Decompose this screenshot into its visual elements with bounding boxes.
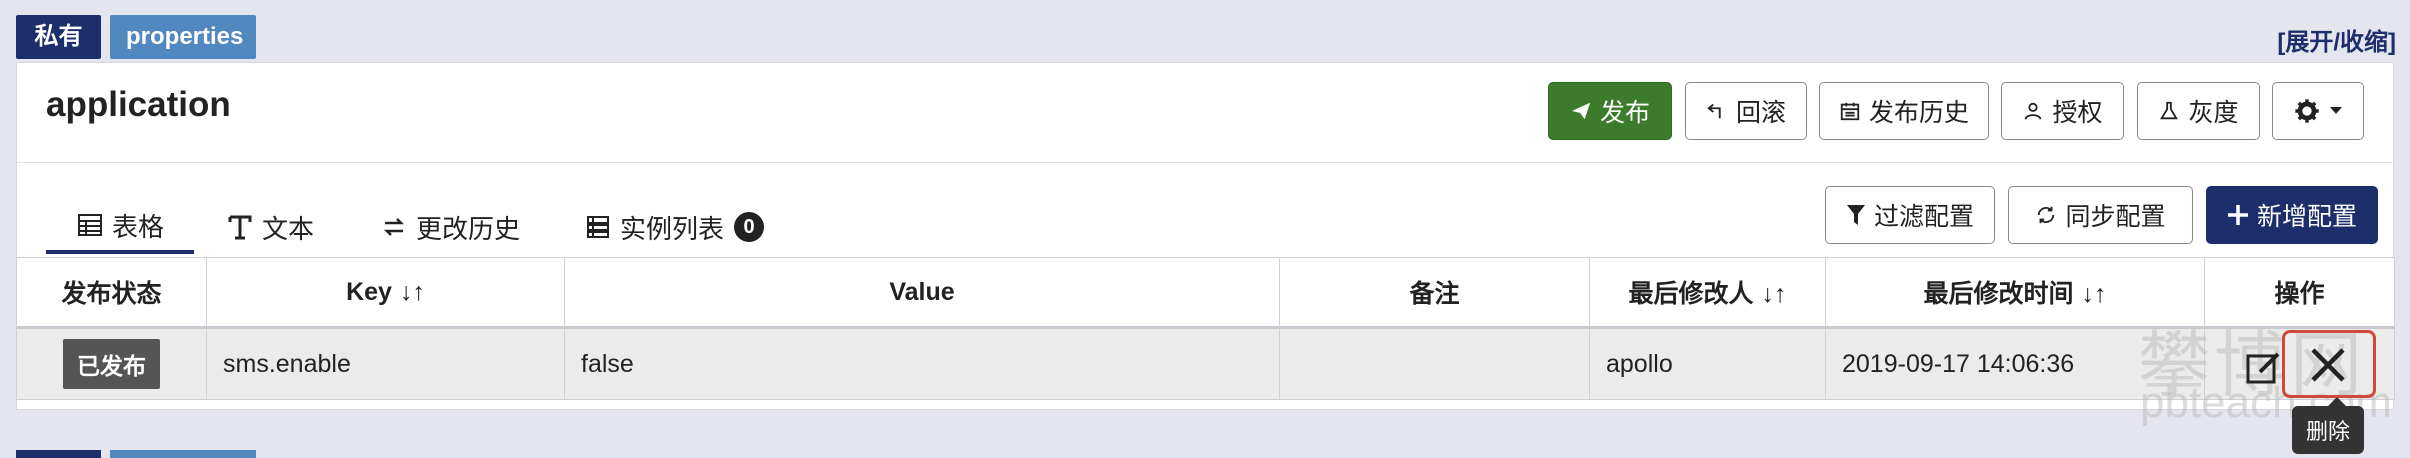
gear-icon	[2295, 99, 2319, 123]
table-icon	[78, 214, 102, 236]
user-icon	[2025, 102, 2042, 120]
tab-text[interactable]: 文本	[228, 200, 314, 254]
next-namespace-tag	[110, 450, 256, 458]
namespace-format-tag: properties	[110, 15, 256, 59]
col-comment: 备注	[1279, 257, 1590, 329]
expand-collapse-link[interactable]: [展开/收缩]	[2277, 22, 2396, 57]
tab-table-label: 表格	[112, 211, 165, 242]
publish-button[interactable]: 发布	[1548, 82, 1672, 140]
col-key[interactable]: Key ↓↑	[206, 257, 565, 329]
col-modifier[interactable]: 最后修改人 ↓↑	[1589, 257, 1826, 329]
sync-config-button[interactable]: 同步配置	[2008, 186, 2193, 244]
delete-tooltip: 删除	[2292, 397, 2365, 454]
close-icon	[2311, 348, 2345, 382]
plus-icon	[2227, 205, 2248, 225]
release-history-button[interactable]: 发布历史	[1819, 82, 1989, 140]
tab-table[interactable]: 表格	[46, 200, 194, 254]
private-tag: 私有	[16, 15, 101, 59]
tab-change-history[interactable]: 更改历史	[382, 200, 520, 254]
calendar-icon	[1840, 102, 1860, 121]
cell-value: false	[564, 327, 1280, 400]
add-config-label: 新增配置	[2256, 203, 2357, 231]
undo-icon	[1707, 103, 1721, 119]
cell-status: 已发布	[16, 327, 207, 400]
sync-config-label: 同步配置	[2065, 203, 2166, 231]
col-key-label: Key	[346, 277, 392, 306]
release-history-label: 发布历史	[1868, 99, 1969, 127]
col-value: Value	[564, 257, 1280, 329]
flask-icon	[2160, 101, 2179, 120]
status-badge: 已发布	[63, 339, 160, 389]
gray-release-label: 灰度	[2188, 99, 2239, 127]
cell-key: sms.enable	[206, 327, 565, 400]
rollback-button[interactable]: 回滚	[1685, 82, 1807, 140]
delete-button[interactable]	[2282, 330, 2376, 398]
rollback-label: 回滚	[1735, 99, 1786, 127]
authorize-button[interactable]: 授权	[2001, 82, 2124, 140]
send-icon	[1571, 102, 1591, 120]
instance-count-badge: 0	[734, 212, 765, 242]
col-status: 发布状态	[16, 257, 207, 329]
server-list-icon	[587, 216, 609, 238]
publish-label: 发布	[1599, 99, 1650, 127]
tab-instance-list[interactable]: 实例列表 0	[586, 200, 765, 254]
settings-dropdown-button[interactable]	[2272, 82, 2364, 140]
sync-icon	[2038, 206, 2055, 224]
table-header-row: 发布状态 Key ↓↑ Value 备注 最后修改人 ↓↑ 最后修改时间 ↓↑ 操作	[16, 257, 2395, 329]
authorize-label: 授权	[2052, 99, 2103, 127]
filter-config-label: 过滤配置	[1873, 203, 1974, 231]
filter-config-button[interactable]: 过滤配置	[1825, 186, 1995, 244]
col-modified-time-label: 最后修改时间	[1923, 280, 2074, 308]
add-config-button[interactable]: 新增配置	[2206, 186, 2378, 244]
table-row: 已发布 sms.enable false apollo 2019-09-17 1…	[16, 327, 2395, 400]
col-modifier-label: 最后修改人	[1628, 280, 1754, 308]
gray-release-button[interactable]: 灰度	[2137, 82, 2260, 140]
sort-icon[interactable]: ↓↑	[400, 278, 425, 306]
sort-icon[interactable]: ↓↑	[2082, 280, 2107, 308]
exchange-icon	[383, 218, 405, 236]
tab-instance-list-label: 实例列表	[620, 213, 725, 244]
next-private-tag	[16, 450, 101, 458]
tab-change-history-label: 更改历史	[416, 213, 521, 244]
text-icon	[228, 215, 252, 240]
filter-icon	[1846, 205, 1865, 225]
sort-icon[interactable]: ↓↑	[1762, 280, 1787, 308]
edit-icon[interactable]	[2246, 350, 2282, 386]
caret-down-icon	[2330, 107, 2342, 114]
config-table: 发布状态 Key ↓↑ Value 备注 最后修改人 ↓↑ 最后修改时间 ↓↑ 操作 …	[16, 257, 2395, 400]
cell-modifier: apollo	[1589, 327, 1826, 400]
cell-comment	[1279, 327, 1590, 400]
tab-text-label: 文本	[262, 213, 315, 244]
namespace-title: application	[46, 85, 231, 124]
